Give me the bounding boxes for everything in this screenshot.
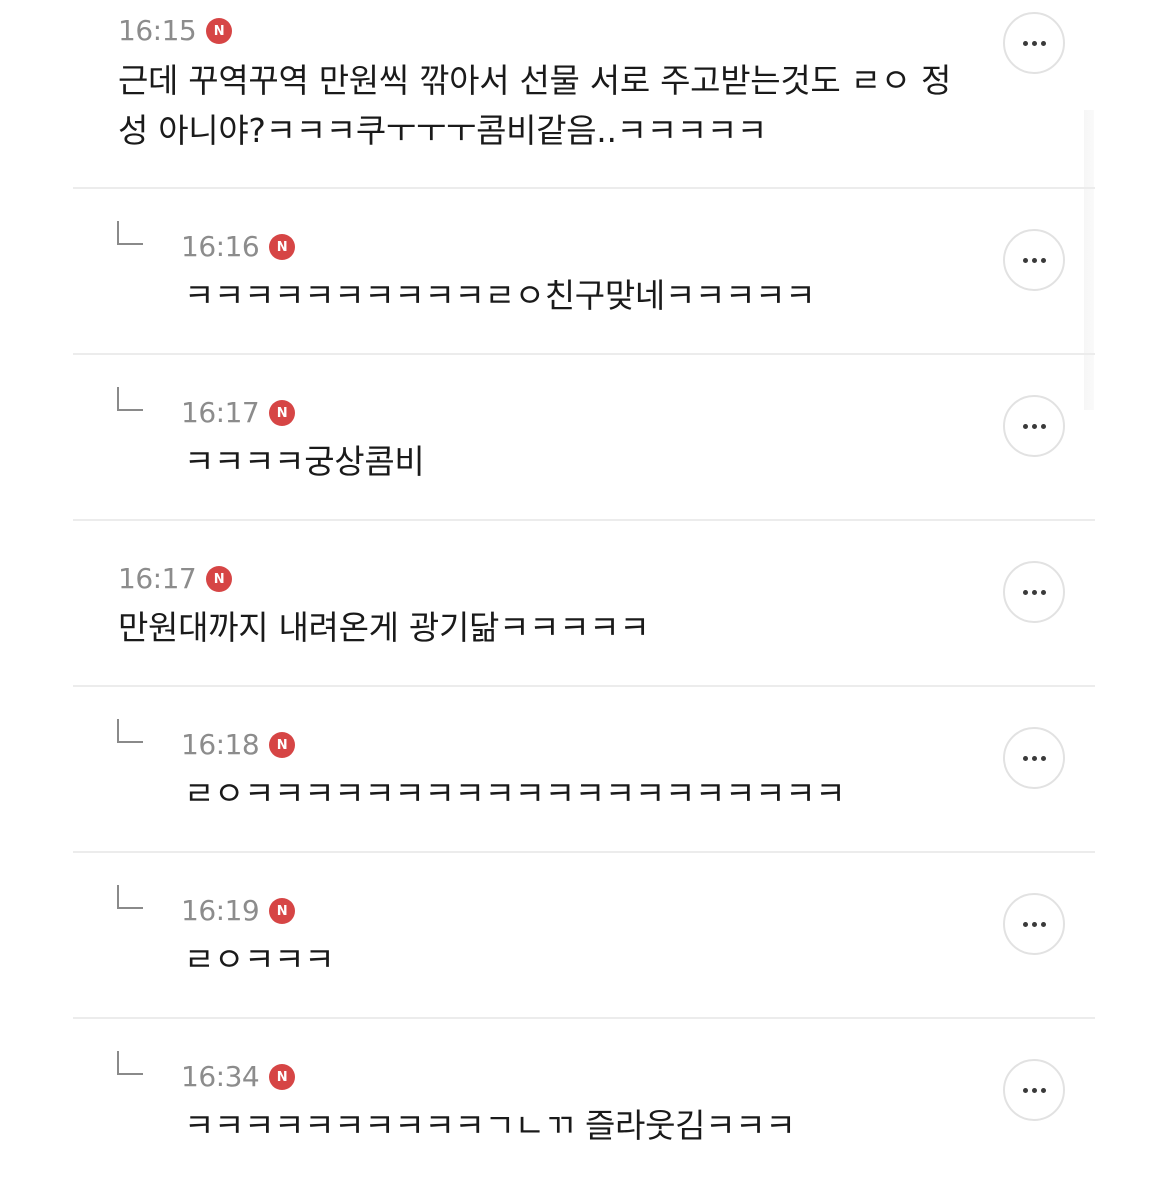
new-badge-icon: N bbox=[269, 732, 296, 758]
reply-item: 16:19 N ㄹㅇㅋㅋㅋ bbox=[0, 853, 1170, 1019]
comment-meta: 16:16 N bbox=[181, 230, 296, 263]
comment-time: 16:19 bbox=[181, 894, 260, 927]
comment-meta: 16:17 N bbox=[181, 396, 296, 429]
comment-meta: 16:34 N bbox=[181, 1060, 296, 1093]
more-options-icon bbox=[1022, 1087, 1046, 1093]
more-options-icon bbox=[1022, 589, 1046, 595]
reply-arrow-icon bbox=[117, 387, 143, 411]
more-options-button[interactable] bbox=[1003, 1059, 1065, 1121]
comment-text: ㅋㅋㅋㅋ궁상콤비 bbox=[184, 437, 425, 487]
more-options-icon bbox=[1022, 257, 1046, 263]
more-options-icon bbox=[1022, 755, 1046, 761]
comment-text-line: 만원대까지 내려온게 광기닮ㅋㅋㅋㅋㅋ bbox=[118, 608, 650, 647]
comment-text: 근데 꾸역꾸역 만원씩 깎아서 선물 서로 주고받는것도 ㄹㅇ 정 성 아니야?… bbox=[118, 56, 951, 156]
new-badge-icon: N bbox=[269, 234, 296, 260]
reply-arrow-icon bbox=[117, 885, 143, 909]
reply-arrow-icon bbox=[117, 221, 143, 245]
comment-meta: 16:19 N bbox=[181, 894, 296, 927]
comment-text-line: ㅋㅋㅋㅋㅋㅋㅋㅋㅋㅋㄱㄴㄲ 즐라웃김ㅋㅋㅋ bbox=[184, 1106, 796, 1145]
more-options-button[interactable] bbox=[1003, 893, 1065, 955]
comment-time: 16:17 bbox=[181, 396, 260, 429]
comment-item: 16:15 N 근데 꾸역꾸역 만원씩 깎아서 선물 서로 주고받는것도 ㄹㅇ … bbox=[0, 0, 1170, 189]
more-options-button[interactable] bbox=[1003, 395, 1065, 457]
reply-item: 16:34 N ㅋㅋㅋㅋㅋㅋㅋㅋㅋㅋㄱㄴㄲ 즐라웃김ㅋㅋㅋ bbox=[0, 1019, 1170, 1185]
comment-time: 16:16 bbox=[181, 230, 260, 263]
comment-list: 16:15 N 근데 꾸역꾸역 만원씩 깎아서 선물 서로 주고받는것도 ㄹㅇ … bbox=[0, 0, 1170, 1185]
reply-item: 16:17 N ㅋㅋㅋㅋ궁상콤비 bbox=[0, 355, 1170, 521]
reply-item: 16:16 N ㅋㅋㅋㅋㅋㅋㅋㅋㅋㅋㄹㅇ친구맞네ㅋㅋㅋㅋㅋ bbox=[0, 189, 1170, 355]
comment-text-line: 근데 꾸역꾸역 만원씩 깎아서 선물 서로 주고받는것도 ㄹㅇ 정 bbox=[118, 61, 952, 100]
more-options-icon bbox=[1022, 40, 1046, 46]
new-badge-icon: N bbox=[206, 566, 233, 592]
new-badge-icon: N bbox=[269, 400, 296, 426]
comment-text-line: ㄹㅇㅋㅋㅋㅋㅋㅋㅋㅋㅋㅋㅋㅋㅋㅋㅋㅋㅋㅋㅋㅋ bbox=[184, 774, 846, 813]
comment-text-line: ㅋㅋㅋㅋㅋㅋㅋㅋㅋㅋㄹㅇ친구맞네ㅋㅋㅋㅋㅋ bbox=[184, 276, 816, 315]
comment-text-line: 성 아니야?ㅋㅋㅋ쿠ㅜㅜㅜ콤비같음..ㅋㅋㅋㅋㅋ bbox=[118, 111, 767, 150]
reply-arrow-icon bbox=[117, 1051, 143, 1075]
comment-time: 16:34 bbox=[181, 1060, 260, 1093]
comment-text-line: ㄹㅇㅋㅋㅋ bbox=[184, 940, 335, 979]
new-badge-icon: N bbox=[269, 1064, 296, 1090]
new-badge-icon: N bbox=[206, 18, 233, 44]
more-options-button[interactable] bbox=[1003, 12, 1065, 74]
comment-text-line: ㅋㅋㅋㅋ궁상콤비 bbox=[184, 442, 425, 481]
comment-text: ㄹㅇㅋㅋㅋㅋㅋㅋㅋㅋㅋㅋㅋㅋㅋㅋㅋㅋㅋㅋㅋㅋ bbox=[184, 769, 846, 819]
reply-item: 16:18 N ㄹㅇㅋㅋㅋㅋㅋㅋㅋㅋㅋㅋㅋㅋㅋㅋㅋㅋㅋㅋㅋㅋ bbox=[0, 687, 1170, 853]
more-options-button[interactable] bbox=[1003, 727, 1065, 789]
comment-text: ㅋㅋㅋㅋㅋㅋㅋㅋㅋㅋㄹㅇ친구맞네ㅋㅋㅋㅋㅋ bbox=[184, 271, 816, 321]
comment-meta: 16:15 N bbox=[118, 14, 233, 47]
comment-text: 만원대까지 내려온게 광기닮ㅋㅋㅋㅋㅋ bbox=[118, 603, 650, 653]
more-options-button[interactable] bbox=[1003, 229, 1065, 291]
more-options-button[interactable] bbox=[1003, 561, 1065, 623]
comment-text: ㄹㅇㅋㅋㅋ bbox=[184, 935, 335, 985]
comment-time: 16:15 bbox=[118, 14, 197, 47]
more-options-icon bbox=[1022, 423, 1046, 429]
comment-meta: 16:18 N bbox=[181, 728, 296, 761]
comment-item: 16:17 N 만원대까지 내려온게 광기닮ㅋㅋㅋㅋㅋ bbox=[0, 521, 1170, 687]
new-badge-icon: N bbox=[269, 898, 296, 924]
comment-time: 16:18 bbox=[181, 728, 260, 761]
reply-arrow-icon bbox=[117, 719, 143, 743]
comment-text: ㅋㅋㅋㅋㅋㅋㅋㅋㅋㅋㄱㄴㄲ 즐라웃김ㅋㅋㅋ bbox=[184, 1101, 796, 1151]
comment-time: 16:17 bbox=[118, 562, 197, 595]
comment-meta: 16:17 N bbox=[118, 562, 233, 595]
more-options-icon bbox=[1022, 921, 1046, 927]
